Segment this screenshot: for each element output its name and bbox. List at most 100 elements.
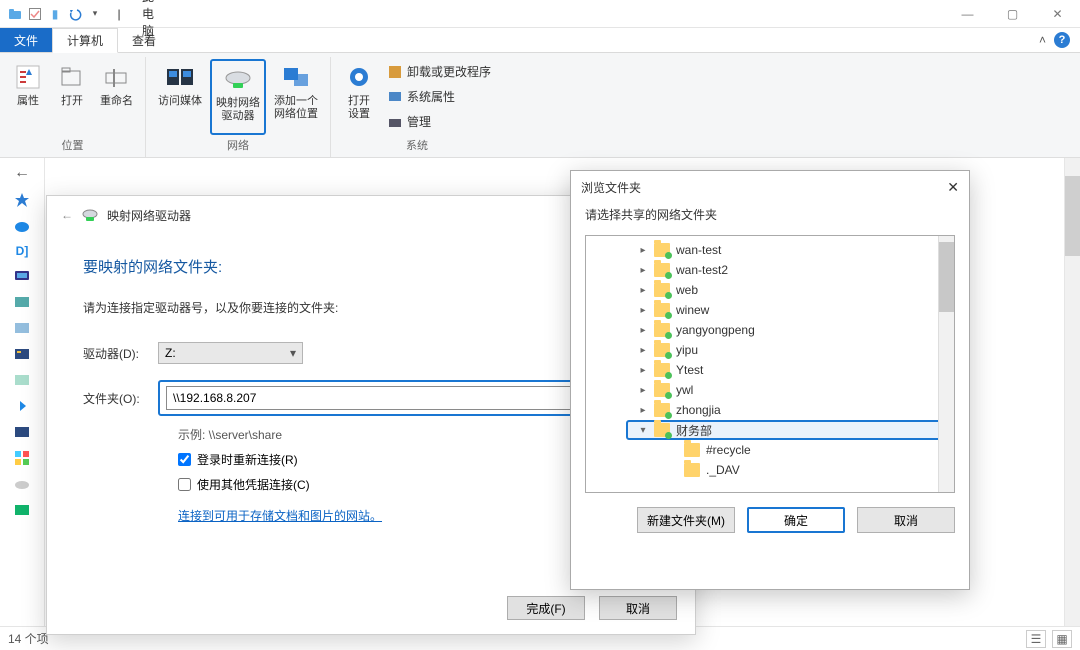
folder-icon bbox=[684, 443, 700, 457]
tree-node-label: #recycle bbox=[704, 443, 751, 457]
shared-folder-icon bbox=[654, 243, 670, 257]
tab-file[interactable]: 文件 bbox=[0, 28, 52, 52]
sidebar-onedrive-icon[interactable] bbox=[14, 218, 30, 234]
tree-node[interactable]: ▸Ytest bbox=[596, 360, 954, 380]
folder-input[interactable] bbox=[166, 386, 571, 410]
tree-node-label: wan-test2 bbox=[674, 263, 728, 277]
tree-node-label: 财务部 bbox=[674, 422, 712, 439]
sidebar-item-icon[interactable] bbox=[14, 502, 30, 518]
add-network-location-button[interactable]: 添加一个 网络位置 bbox=[270, 59, 322, 135]
tab-computer[interactable]: 计算机 bbox=[52, 28, 118, 53]
browse-close-button[interactable]: ✕ bbox=[947, 179, 959, 196]
collapse-ribbon-icon[interactable]: ˄ bbox=[1039, 33, 1046, 47]
manage-button[interactable]: 管理 bbox=[383, 111, 495, 132]
sidebar-item-icon[interactable] bbox=[14, 398, 30, 414]
drive-select[interactable]: Z: bbox=[158, 342, 303, 364]
reconnect-label: 登录时重新连接(R) bbox=[197, 451, 298, 468]
map-network-drive-button[interactable]: 映射网络 驱动器 bbox=[210, 59, 266, 135]
shared-folder-icon bbox=[654, 363, 670, 377]
status-item-count: 14 个项 bbox=[8, 630, 49, 647]
tree-node[interactable]: ▸yangyongpeng bbox=[596, 320, 954, 340]
app-icon bbox=[8, 7, 22, 21]
properties-icon bbox=[12, 61, 44, 93]
tree-node-label: zhongjia bbox=[674, 403, 721, 417]
uninstall-programs-button[interactable]: 卸载或更改程序 bbox=[383, 61, 495, 82]
tree-node[interactable]: #recycle bbox=[596, 440, 954, 460]
tree-node[interactable]: ▸ zhongjia bbox=[596, 400, 954, 420]
maximize-button[interactable]: ▢ bbox=[990, 0, 1035, 28]
wizard-back-button[interactable]: ← bbox=[61, 208, 73, 222]
drive-select-value: Z: bbox=[165, 346, 176, 360]
tree-twist-icon[interactable]: ▸ bbox=[636, 345, 650, 356]
view-details-button[interactable]: ☰ bbox=[1026, 630, 1046, 648]
sidebar-quick-access-icon[interactable] bbox=[14, 192, 30, 208]
manage-icon bbox=[387, 114, 403, 130]
tree-scrollbar[interactable] bbox=[938, 236, 954, 492]
undo-icon[interactable] bbox=[68, 7, 82, 21]
sidebar-thispc-icon[interactable] bbox=[14, 268, 30, 284]
tree-twist-icon[interactable]: ▸ bbox=[636, 385, 650, 396]
tree-node[interactable]: ▸wan-test bbox=[596, 240, 954, 260]
open-button[interactable]: 打开 bbox=[52, 59, 92, 135]
sidebar-item-icon[interactable] bbox=[14, 346, 30, 362]
browse-cancel-button[interactable]: 取消 bbox=[857, 507, 955, 533]
shared-folder-icon bbox=[654, 383, 670, 397]
cancel-button[interactable]: 取消 bbox=[599, 596, 677, 620]
tab-view[interactable]: 查看 bbox=[118, 28, 170, 52]
sidebar-item-icon[interactable] bbox=[14, 320, 30, 336]
tree-node[interactable]: ▸ ywl bbox=[596, 380, 954, 400]
browse-instruction: 请选择共享的网络文件夹 bbox=[571, 204, 969, 235]
tree-twist-icon[interactable]: ▸ bbox=[636, 245, 650, 256]
access-media-button[interactable]: 访问媒体 bbox=[154, 59, 206, 135]
folder-icon[interactable]: ▮ bbox=[48, 7, 62, 21]
tree-node[interactable]: ▸yipu bbox=[596, 340, 954, 360]
ribbon-tabs: 文件 计算机 查看 ˄ ? bbox=[0, 28, 1080, 53]
tree-twist-icon[interactable]: ▸ bbox=[636, 265, 650, 276]
tree-node-label: web bbox=[674, 283, 698, 297]
tree-node[interactable]: ▸ web bbox=[596, 280, 954, 300]
checkbox-icon[interactable] bbox=[28, 7, 42, 21]
tree-twist-icon[interactable]: ▸ bbox=[636, 285, 650, 296]
sidebar-item-icon[interactable] bbox=[14, 424, 30, 440]
nav-back-column: ← D] bbox=[0, 158, 45, 626]
network-drive-icon bbox=[81, 206, 99, 224]
help-icon[interactable]: ? bbox=[1054, 32, 1070, 48]
tree-node[interactable]: ._DAV bbox=[596, 460, 954, 480]
add-network-location-icon bbox=[280, 61, 312, 93]
sidebar-d-item[interactable]: D] bbox=[16, 244, 29, 258]
new-folder-button[interactable]: 新建文件夹(M) bbox=[637, 507, 735, 533]
other-credentials-checkbox[interactable] bbox=[178, 478, 191, 491]
ribbon-group-system: 打开 设置 卸载或更改程序 系统属性 管理 系统 bbox=[331, 57, 503, 157]
tree-node-label: ._DAV bbox=[704, 463, 740, 477]
shared-folder-icon bbox=[654, 323, 670, 337]
finish-button[interactable]: 完成(F) bbox=[507, 596, 585, 620]
scrollbar[interactable] bbox=[1064, 158, 1080, 626]
tree-node[interactable]: ▸winew bbox=[596, 300, 954, 320]
tree-twist-icon[interactable]: ▸ bbox=[636, 405, 650, 416]
system-properties-button[interactable]: 系统属性 bbox=[383, 86, 495, 107]
sidebar-item-icon[interactable] bbox=[14, 372, 30, 388]
rename-button[interactable]: 重命名 bbox=[96, 59, 137, 135]
tree-node-label: ywl bbox=[674, 383, 693, 397]
ok-button[interactable]: 确定 bbox=[747, 507, 845, 533]
close-button[interactable]: ✕ bbox=[1035, 0, 1080, 28]
sidebar-item-icon[interactable] bbox=[14, 450, 30, 466]
tree-twist-icon[interactable]: ▾ bbox=[636, 425, 650, 436]
tree-twist-icon[interactable]: ▸ bbox=[636, 305, 650, 316]
reconnect-checkbox[interactable] bbox=[178, 453, 191, 466]
sidebar-item-icon[interactable] bbox=[14, 476, 30, 492]
shared-folder-icon bbox=[654, 403, 670, 417]
separator: | bbox=[112, 7, 126, 21]
wizard-header: 映射网络驱动器 bbox=[107, 207, 191, 224]
tree-twist-icon[interactable]: ▸ bbox=[636, 365, 650, 376]
tree-node[interactable]: ▸ wan-test2 bbox=[596, 260, 954, 280]
other-credentials-label: 使用其他凭据连接(C) bbox=[197, 476, 310, 493]
minimize-button[interactable]: — bbox=[945, 0, 990, 28]
properties-button[interactable]: 属性 bbox=[8, 59, 48, 135]
tree-twist-icon[interactable]: ▸ bbox=[636, 325, 650, 336]
nav-back-button[interactable]: ← bbox=[14, 164, 30, 182]
sidebar-item-icon[interactable] bbox=[14, 294, 30, 310]
view-large-icons-button[interactable]: ▦ bbox=[1052, 630, 1072, 648]
tree-node[interactable]: ▾ 财务部 bbox=[626, 420, 948, 440]
open-settings-button[interactable]: 打开 设置 bbox=[339, 59, 379, 135]
